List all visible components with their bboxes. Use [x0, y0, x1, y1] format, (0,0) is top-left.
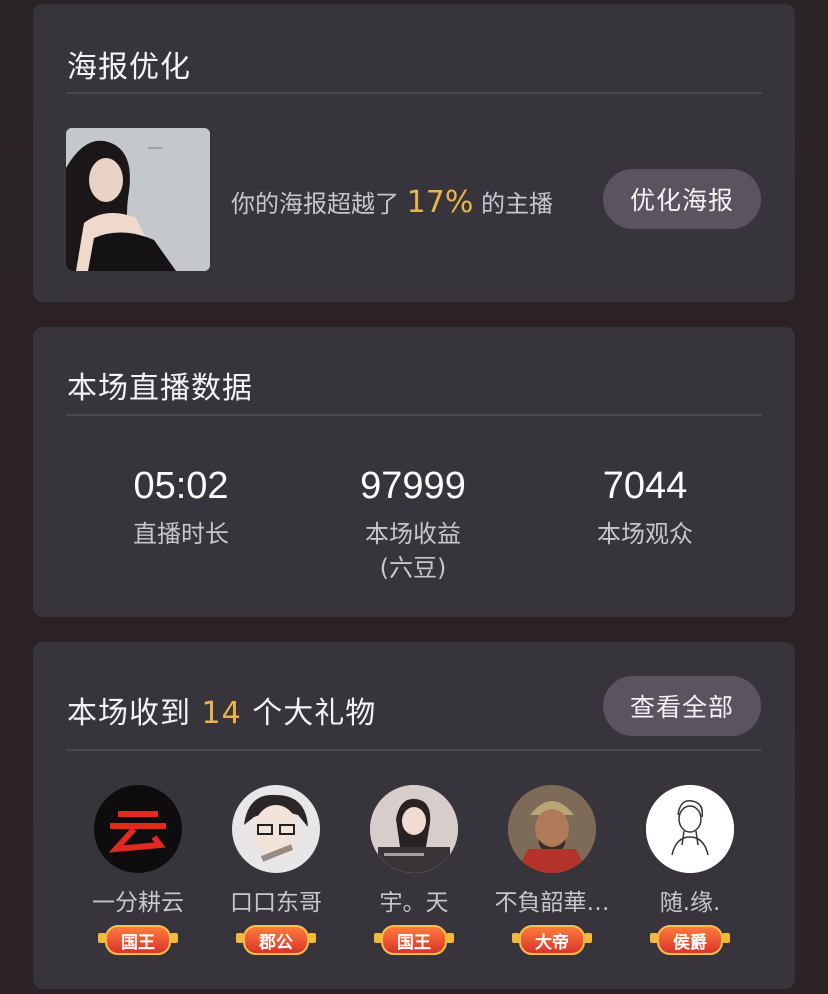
- stat-value: 7044: [602, 465, 688, 507]
- poster-text-suffix: 的主播: [480, 190, 553, 218]
- avatar: [508, 785, 596, 873]
- poster-card-title: 海报优化: [67, 50, 191, 85]
- poster-text-prefix: 你的海报超越了: [231, 190, 399, 218]
- gifts-title-prefix: 本场收到: [67, 696, 191, 731]
- gifter-name: 随.缘.: [659, 890, 721, 916]
- gifter-name: 不負韶華…: [494, 890, 610, 916]
- stat-value: 05:02: [133, 465, 229, 507]
- cloud-logo-icon: [108, 811, 166, 853]
- stat-duration: 05:02 直播时长: [66, 465, 296, 551]
- stat-value: 97999: [360, 465, 466, 507]
- stat-sublabel: (六豆): [379, 554, 447, 582]
- gifter-name: 口口东哥: [230, 890, 322, 916]
- poster-ranking-text: 你的海报超越了 17% 的主播: [231, 184, 553, 220]
- poster-thumbnail[interactable]: [66, 128, 210, 271]
- rank-badge: 郡公: [236, 925, 316, 955]
- poster-optimization-card: 海报优化 你的海报超越了 17% 的主播 优化海报: [33, 4, 795, 302]
- rank-badge: 国王: [98, 925, 178, 955]
- streamer-avatar-icon: [370, 785, 458, 873]
- avatar: [370, 785, 458, 873]
- big-gifts-card: 本场收到 14 个大礼物 查看全部 一分耕云 国王 口口东哥 郡公 宇。天 国王…: [33, 642, 795, 989]
- divider: [66, 414, 762, 416]
- stats-card-title: 本场直播数据: [67, 371, 253, 406]
- warrior-avatar-icon: [508, 785, 596, 873]
- rank-badge: 国王: [374, 925, 454, 955]
- poster-percent: 17%: [406, 185, 474, 220]
- avatar: [94, 785, 182, 873]
- gifter-item[interactable]: 一分耕云 国王: [68, 785, 208, 955]
- stat-viewers: 7044 本场观众: [530, 465, 760, 551]
- stat-label: 本场收益: [365, 520, 461, 548]
- divider: [66, 92, 762, 94]
- stat-label: 本场观众: [597, 520, 693, 548]
- gifter-item[interactable]: 不負韶華… 大帝: [482, 785, 622, 955]
- optimize-poster-button[interactable]: 优化海报: [603, 169, 761, 229]
- rank-badge: 侯爵: [650, 925, 730, 955]
- anime-man-avatar-icon: [244, 794, 308, 862]
- sketch-person-avatar-icon: [646, 785, 734, 873]
- stat-earnings: 97999 本场收益 (六豆): [298, 465, 528, 585]
- gifter-name: 一分耕云: [92, 890, 184, 916]
- gifter-item[interactable]: 口口东哥 郡公: [206, 785, 346, 955]
- poster-photo-icon: [66, 128, 210, 271]
- gifter-item[interactable]: 宇。天 国王: [344, 785, 484, 955]
- gifts-title-suffix: 个大礼物: [252, 696, 377, 731]
- gifter-item[interactable]: 随.缘. 侯爵: [620, 785, 760, 955]
- gifts-card-title: 本场收到 14 个大礼物: [67, 688, 376, 732]
- gifts-count: 14: [201, 696, 242, 731]
- avatar: [232, 785, 320, 873]
- rank-badge: 大帝: [512, 925, 592, 955]
- gifter-name: 宇。天: [379, 890, 449, 916]
- live-stats-card: 本场直播数据 05:02 直播时长 97999 本场收益 (六豆) 7044 本…: [33, 327, 795, 617]
- stat-label: 直播时长: [133, 520, 229, 548]
- divider: [66, 749, 762, 751]
- avatar: [646, 785, 734, 873]
- view-all-button[interactable]: 查看全部: [603, 676, 761, 736]
